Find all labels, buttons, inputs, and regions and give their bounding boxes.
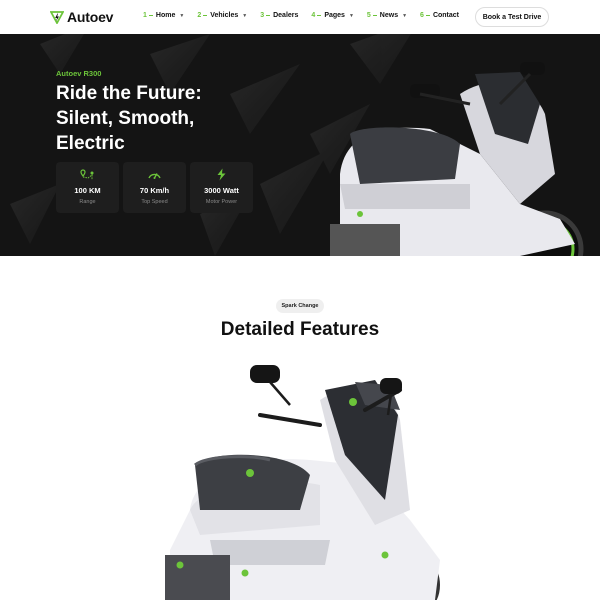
nav-item-label: Contact — [432, 12, 460, 19]
hero-title-line: Electric — [56, 133, 125, 154]
feature-scooter-image — [165, 365, 440, 600]
nav-item-contact[interactable]: 6 Contact — [420, 12, 459, 19]
hero-title-line: Ride the Future: — [56, 83, 202, 104]
book-test-drive-button[interactable]: Book a Test Drive — [475, 7, 549, 27]
nav-item-number: 1 — [143, 12, 147, 19]
lightning-bolt-icon — [217, 168, 226, 181]
stat-value: 70 Km/h — [139, 186, 170, 195]
chevron-down-icon: ▼ — [348, 12, 354, 19]
hero-title: Ride the Future: Silent, Smooth, Electri… — [56, 81, 236, 156]
nav-item-dash — [148, 15, 153, 16]
nav-item-number: 6 — [420, 12, 424, 19]
stat-value: 3000 Watt — [204, 186, 239, 195]
brand-name: Autoev — [67, 9, 114, 25]
nav-item-dealers[interactable]: 3 Dealers — [260, 12, 298, 19]
top-navbar: Autoev 1 Home ▼ 2 Vehicles ▼ 3 Dealers 4… — [0, 0, 600, 34]
nav-item-number: 3 — [260, 12, 265, 19]
hero-banner: Autoev R300 Ride the Future: Silent, Smo… — [0, 34, 600, 256]
nav-item-label: Vehicles — [210, 12, 239, 19]
nav-item-label: Pages — [324, 12, 345, 19]
nav-item-number: 2 — [197, 12, 202, 19]
nav-item-label: Home — [155, 12, 176, 19]
section-title: Detailed Features — [220, 319, 380, 340]
nav-item-vehicles[interactable]: 2 Vehicles ▼ — [197, 12, 247, 19]
hero-title-line: Silent, Smooth, — [56, 108, 195, 129]
route-pin-icon — [80, 169, 94, 180]
stat-card-top-speed: 70 Km/h Top Speed — [123, 162, 186, 213]
nav-item-pages[interactable]: 4 Pages ▼ — [311, 12, 353, 19]
stat-card-motor-power: 3000 Watt Motor Power — [190, 162, 253, 213]
nav-item-dash — [372, 15, 377, 16]
main-menu: 1 Home ▼ 2 Vehicles ▼ 3 Dealers 4 Pages … — [143, 12, 472, 19]
hero-eyebrow: Autoev R300 — [56, 69, 102, 78]
speedometer-icon — [148, 173, 161, 179]
nav-item-number: 4 — [311, 12, 316, 19]
stat-value: 100 KM — [74, 186, 101, 195]
logo-bolt-icon — [50, 11, 64, 24]
stat-label: Top Speed — [141, 199, 168, 205]
nav-item-number: 5 — [366, 12, 371, 19]
nav-item-dash — [425, 15, 430, 16]
chevron-down-icon: ▼ — [402, 12, 408, 19]
stat-label: Range — [79, 199, 96, 205]
nav-item-dash — [317, 15, 322, 16]
section-tag: Spark Change — [276, 299, 324, 313]
chevron-down-icon: ▼ — [242, 12, 248, 19]
nav-item-label: Dealers — [273, 12, 299, 19]
nav-item-label: News — [379, 12, 399, 19]
nav-item-news[interactable]: 5 News ▼ — [367, 12, 407, 19]
nav-item-home[interactable]: 1 Home ▼ — [143, 12, 184, 19]
stat-card-range: 100 KM Range — [56, 162, 119, 213]
chevron-down-icon: ▼ — [179, 12, 185, 19]
nav-item-dash — [203, 15, 208, 16]
brand-logo[interactable]: Autoev — [50, 9, 113, 25]
nav-item-dash — [266, 15, 271, 16]
stat-label: Motor Power — [205, 199, 238, 205]
